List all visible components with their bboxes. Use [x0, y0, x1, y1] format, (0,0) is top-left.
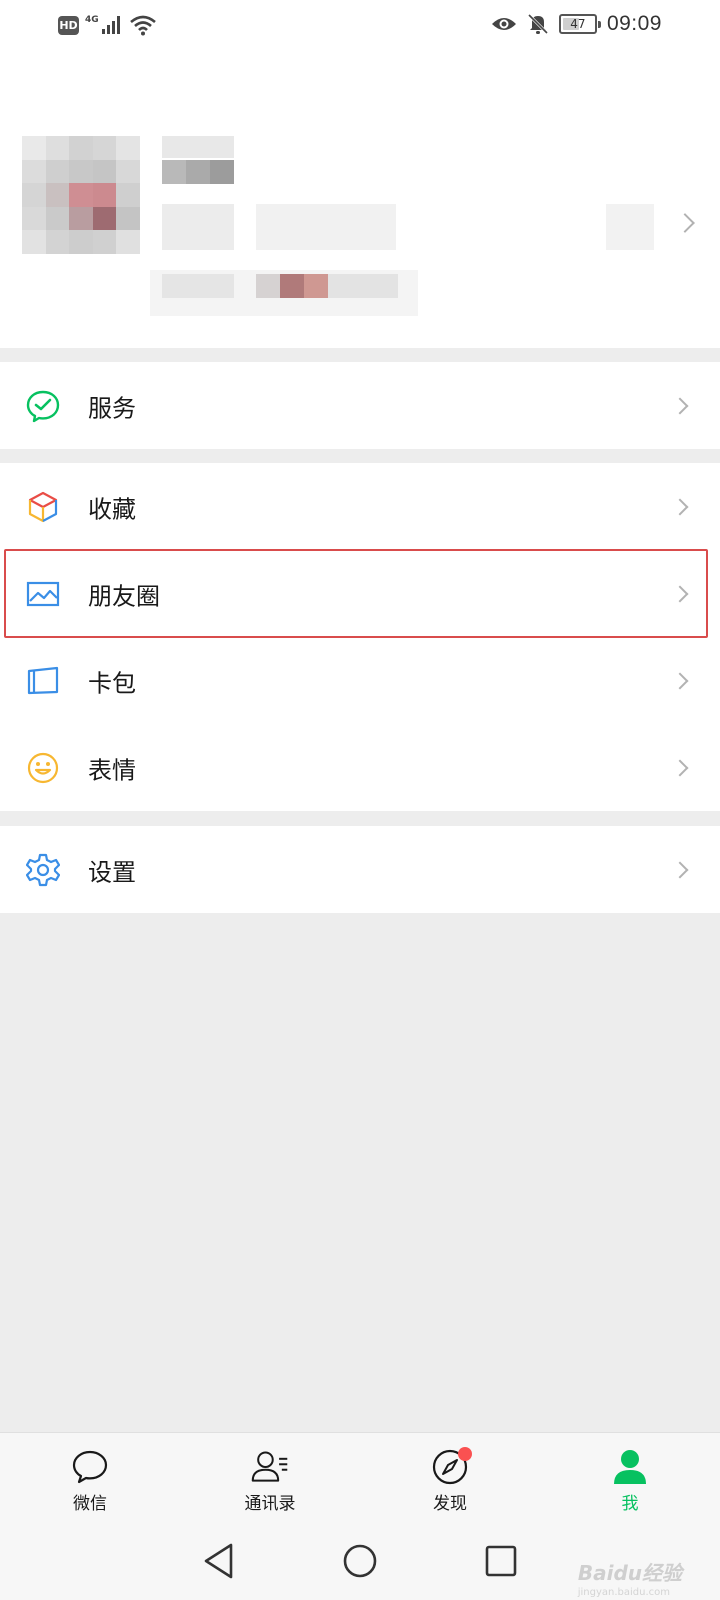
compass-icon [430, 1447, 472, 1487]
menu-item-moments[interactable]: 朋友圈 [0, 550, 720, 637]
menu-item-stickers[interactable]: 表情 [0, 724, 720, 811]
tab-contacts[interactable]: 通讯录 [180, 1433, 360, 1522]
tab-label-me: 我 [621, 1494, 639, 1514]
network-type-label: 4G [85, 15, 99, 25]
menu-label-favorites: 收藏 [88, 495, 136, 523]
gear-icon [26, 853, 60, 887]
system-nav-bar: Baidu经验 jingyan.baidu.com [0, 1522, 720, 1600]
wifi-icon [129, 15, 156, 36]
menu-group-main: 收藏 朋友圈 卡包 表情 [0, 463, 720, 811]
menu-group-settings: 设置 [0, 826, 720, 913]
eye-icon [491, 18, 516, 30]
chevron-right-icon [671, 397, 689, 414]
moments-image-icon [26, 577, 60, 611]
chevron-right-icon [671, 759, 689, 776]
wechat-pay-icon [26, 389, 60, 423]
back-triangle-icon[interactable] [202, 1542, 236, 1580]
tab-chats[interactable]: 微信 [0, 1433, 180, 1522]
chevron-right-icon [671, 498, 689, 515]
menu-item-card-wallet[interactable]: 卡包 [0, 637, 720, 724]
status-left: HD 4G [58, 14, 157, 36]
chevron-right-icon [675, 213, 695, 233]
menu-group-services: 服务 [0, 362, 720, 449]
status-bar: HD 4G 47 09:09 [0, 0, 720, 52]
menu-label-card-wallet: 卡包 [88, 669, 136, 697]
tab-me[interactable]: 我 [540, 1433, 720, 1522]
chat-bubble-icon [70, 1447, 110, 1487]
card-wallet-icon [26, 664, 60, 698]
tab-discover[interactable]: 发现 [360, 1433, 540, 1522]
contacts-icon [250, 1447, 290, 1487]
notification-dot [458, 1447, 472, 1461]
profile-header[interactable] [0, 52, 720, 348]
person-icon [610, 1447, 650, 1487]
chevron-right-icon [671, 861, 689, 878]
favorites-cube-icon [26, 490, 60, 524]
menu-item-services[interactable]: 服务 [0, 362, 720, 449]
battery-indicator: 47 [558, 14, 601, 34]
menu-label-moments: 朋友圈 [88, 582, 160, 610]
menu-label-settings: 设置 [88, 858, 136, 886]
recents-square-icon[interactable] [484, 1544, 518, 1578]
menu-item-favorites[interactable]: 收藏 [0, 463, 720, 550]
hd-badge: HD [58, 15, 79, 35]
chevron-right-icon [671, 585, 689, 602]
tab-label-chats: 微信 [73, 1494, 107, 1514]
bell-off-icon [527, 13, 548, 35]
watermark: Baidu经验 [577, 1561, 682, 1585]
chevron-right-icon [671, 672, 689, 689]
menu-item-settings[interactable]: 设置 [0, 826, 720, 913]
avatar[interactable] [22, 136, 140, 254]
tab-label-discover: 发现 [433, 1494, 467, 1514]
signal-icon [101, 16, 120, 34]
menu-label-stickers: 表情 [88, 756, 136, 784]
tab-label-contacts: 通讯录 [244, 1494, 296, 1514]
smiley-icon [26, 751, 60, 785]
bottom-tab-bar: 微信 通讯录 发现 我 [0, 1432, 720, 1522]
battery-percent: 47 [570, 17, 586, 31]
status-time: 09:09 [606, 12, 662, 35]
menu-label-services: 服务 [88, 394, 136, 422]
watermark-url: jingyan.baidu.com [577, 1587, 670, 1598]
status-right: 47 09:09 [491, 12, 662, 36]
home-circle-icon[interactable] [341, 1542, 379, 1580]
